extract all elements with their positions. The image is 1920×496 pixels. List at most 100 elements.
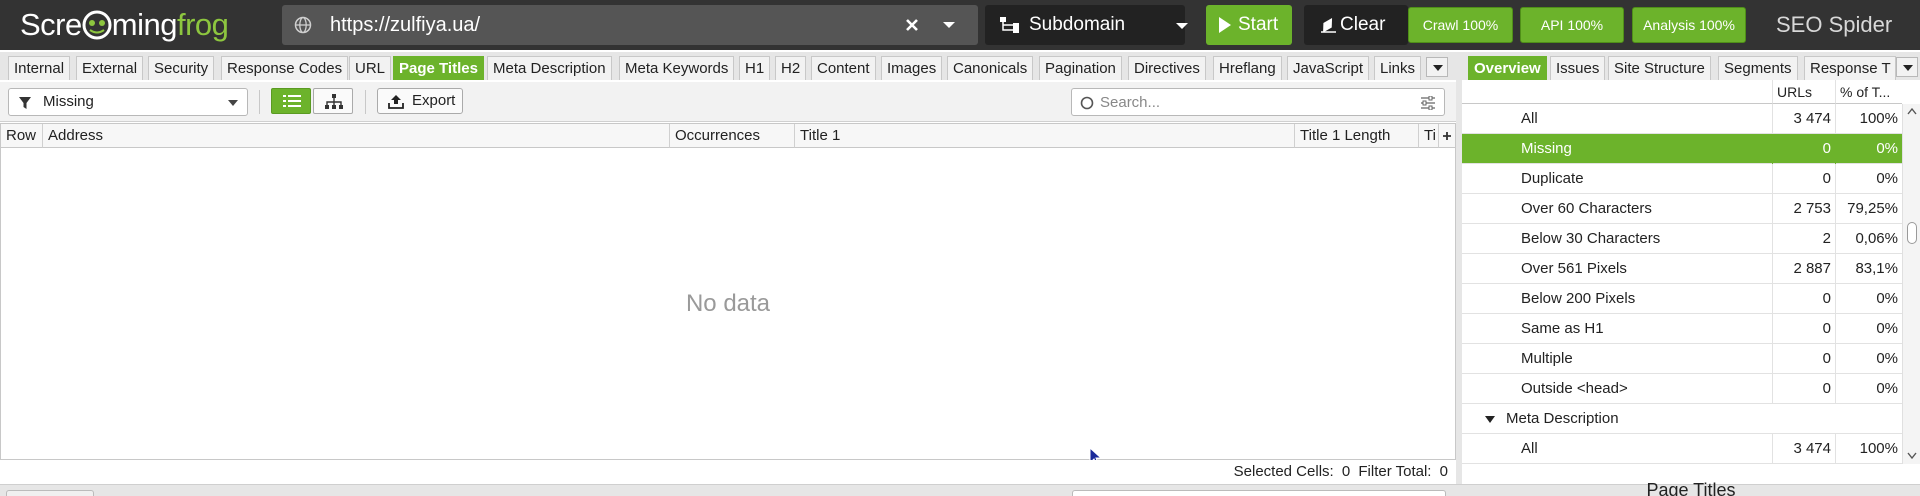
funnel-icon — [19, 97, 31, 109]
add-column-button[interactable] — [1439, 124, 1455, 148]
row-name: Multiple — [1521, 350, 1573, 367]
tab-internal[interactable]: Internal — [8, 56, 71, 80]
overview-row-outside-head[interactable]: Outside <head> 0 0% — [1462, 374, 1902, 404]
scroll-down-icon[interactable] — [1907, 452, 1917, 459]
tab-security[interactable]: Security — [148, 56, 215, 80]
clear-button[interactable]: Clear — [1304, 5, 1408, 45]
column-header-title-1-length[interactable]: Title 1 Length — [1295, 124, 1419, 148]
row-urls: 0 — [1772, 134, 1835, 164]
tab-hreflang[interactable]: Hreflang — [1213, 56, 1282, 80]
row-urls: 3 474 — [1772, 434, 1835, 464]
eraser-icon — [1321, 18, 1336, 33]
tab-canonicals[interactable]: Canonicals — [947, 56, 1034, 80]
filter-total-label: Filter Total: — [1358, 463, 1432, 480]
tab-url[interactable]: URL — [349, 56, 392, 80]
tab-site-structure[interactable]: Site Structure — [1608, 56, 1711, 80]
search-input[interactable] — [1100, 92, 1400, 112]
column-header-occurrences[interactable]: Occurrences — [670, 124, 795, 148]
url-bar[interactable]: https://zulfiya.ua/ — [282, 5, 978, 45]
column-header-truncated[interactable]: Ti — [1419, 124, 1439, 148]
crawl-mode-label: Subdomain — [1029, 14, 1126, 35]
overview-row-below-200-pixels[interactable]: Below 200 Pixels 0 0% — [1462, 284, 1902, 314]
url-history-dropdown-icon[interactable] — [942, 20, 956, 30]
row-percent: 100% — [1835, 434, 1902, 464]
logo-text-1: Scre — [20, 7, 82, 42]
row-name: Missing — [1521, 140, 1572, 157]
lower-pane-search[interactable] — [1072, 490, 1446, 496]
subdomain-icon — [1000, 17, 1019, 33]
tab-h1[interactable]: H1 — [739, 56, 771, 80]
overview-group-meta-description[interactable]: Meta Description — [1462, 404, 1902, 434]
tab-external[interactable]: External — [76, 56, 144, 80]
app-window: Scre mingfrog https://zulfiya.ua/ Subdoma… — [0, 0, 1920, 496]
group-name: Meta Description — [1506, 410, 1619, 427]
chart-panel-title: Page Titles — [1646, 480, 1736, 496]
start-button[interactable]: Start — [1206, 5, 1292, 45]
overview-header-urls[interactable]: URLs — [1772, 80, 1835, 104]
globe-icon — [294, 16, 312, 34]
tab-overview[interactable]: Overview — [1468, 56, 1547, 80]
more-right-tabs-button[interactable] — [1896, 57, 1918, 77]
tab-h2[interactable]: H2 — [775, 56, 807, 80]
tab-pagination[interactable]: Pagination — [1039, 56, 1122, 80]
tab-segments[interactable]: Segments — [1718, 56, 1798, 80]
expand-triangle-icon[interactable] — [1484, 415, 1496, 424]
tab-directives[interactable]: Directives — [1128, 56, 1206, 80]
row-percent: 100% — [1835, 104, 1902, 134]
overview-row-duplicate[interactable]: Duplicate 0 0% — [1462, 164, 1902, 194]
overview-row-meta-all[interactable]: All 3 474 100% — [1462, 434, 1902, 464]
tab-javascript[interactable]: JavaScript — [1287, 56, 1370, 80]
logo-text-2: ming — [111, 7, 178, 42]
row-name: Duplicate — [1521, 170, 1584, 187]
overview-row-multiple[interactable]: Multiple 0 0% — [1462, 344, 1902, 374]
crawl-mode-select[interactable]: Subdomain — [985, 5, 1188, 45]
logo-text-3: frog — [176, 7, 229, 42]
tree-view-button[interactable] — [313, 88, 353, 114]
tab-meta-keywords[interactable]: Meta Keywords — [619, 56, 735, 80]
overview-header-percent[interactable]: % of T... — [1835, 80, 1902, 104]
column-header-address[interactable]: Address — [43, 124, 670, 148]
list-view-button[interactable] — [271, 88, 311, 114]
tab-response-codes[interactable]: Response Codes — [221, 56, 349, 80]
row-urls: 0 — [1772, 344, 1835, 374]
row-name: Over 561 Pixels — [1521, 260, 1627, 277]
row-name: Below 200 Pixels — [1521, 290, 1636, 307]
scroll-thumb[interactable] — [1907, 222, 1917, 244]
overview-row-missing[interactable]: Missing 0 0% — [1462, 134, 1902, 164]
lower-pane-dropdown[interactable] — [6, 490, 94, 496]
results-grid: Row Address Occurrences Title 1 Title 1 … — [0, 123, 1456, 467]
row-urls: 2 753 — [1772, 194, 1835, 224]
overview-scrollbar[interactable] — [1902, 104, 1920, 464]
overview-row-over-561-pixels[interactable]: Over 561 Pixels 2 887 83,1% — [1462, 254, 1902, 284]
overview-row-below-30-characters[interactable]: Below 30 Characters 2 0,06% — [1462, 224, 1902, 254]
clear-url-icon[interactable] — [904, 17, 920, 33]
row-percent: 0% — [1835, 314, 1902, 344]
column-header-row[interactable]: Row — [1, 124, 43, 148]
overview-row-same-as-h1[interactable]: Same as H1 0 0% — [1462, 314, 1902, 344]
more-tabs-button[interactable] — [1426, 57, 1448, 77]
tab-images[interactable]: Images — [881, 56, 943, 80]
chevron-down-icon — [1903, 65, 1913, 71]
filter-dropdown[interactable]: Missing — [8, 88, 248, 116]
overview-row-all[interactable]: All 3 474 100% — [1462, 104, 1902, 134]
chevron-down-icon — [228, 100, 238, 106]
filter-toolbar: Missing Export — [0, 82, 1456, 122]
tab-meta-description[interactable]: Meta Description — [487, 56, 612, 80]
seo-spider-brand: SEO Spider — [1776, 12, 1893, 37]
tab-issues[interactable]: Issues — [1550, 56, 1606, 80]
tab-content[interactable]: Content — [811, 56, 876, 80]
list-icon — [283, 95, 301, 107]
tab-response-times[interactable]: Response T — [1804, 56, 1896, 80]
tab-page-titles[interactable]: Page Titles — [393, 56, 484, 80]
scroll-up-icon[interactable] — [1907, 108, 1917, 115]
main-tab-strip: Internal External Security Response Code… — [0, 52, 1456, 80]
tab-links[interactable]: Links — [1374, 56, 1422, 80]
search-box[interactable] — [1071, 88, 1445, 116]
export-button[interactable]: Export — [377, 88, 463, 114]
frog-logo-icon — [82, 10, 112, 40]
column-header-title-1[interactable]: Title 1 — [795, 124, 1295, 148]
search-options-icon[interactable] — [1420, 96, 1436, 110]
overview-row-over-60-characters[interactable]: Over 60 Characters 2 753 79,25% — [1462, 194, 1902, 224]
row-urls: 2 887 — [1772, 254, 1835, 284]
url-input[interactable]: https://zulfiya.ua/ — [330, 5, 480, 45]
